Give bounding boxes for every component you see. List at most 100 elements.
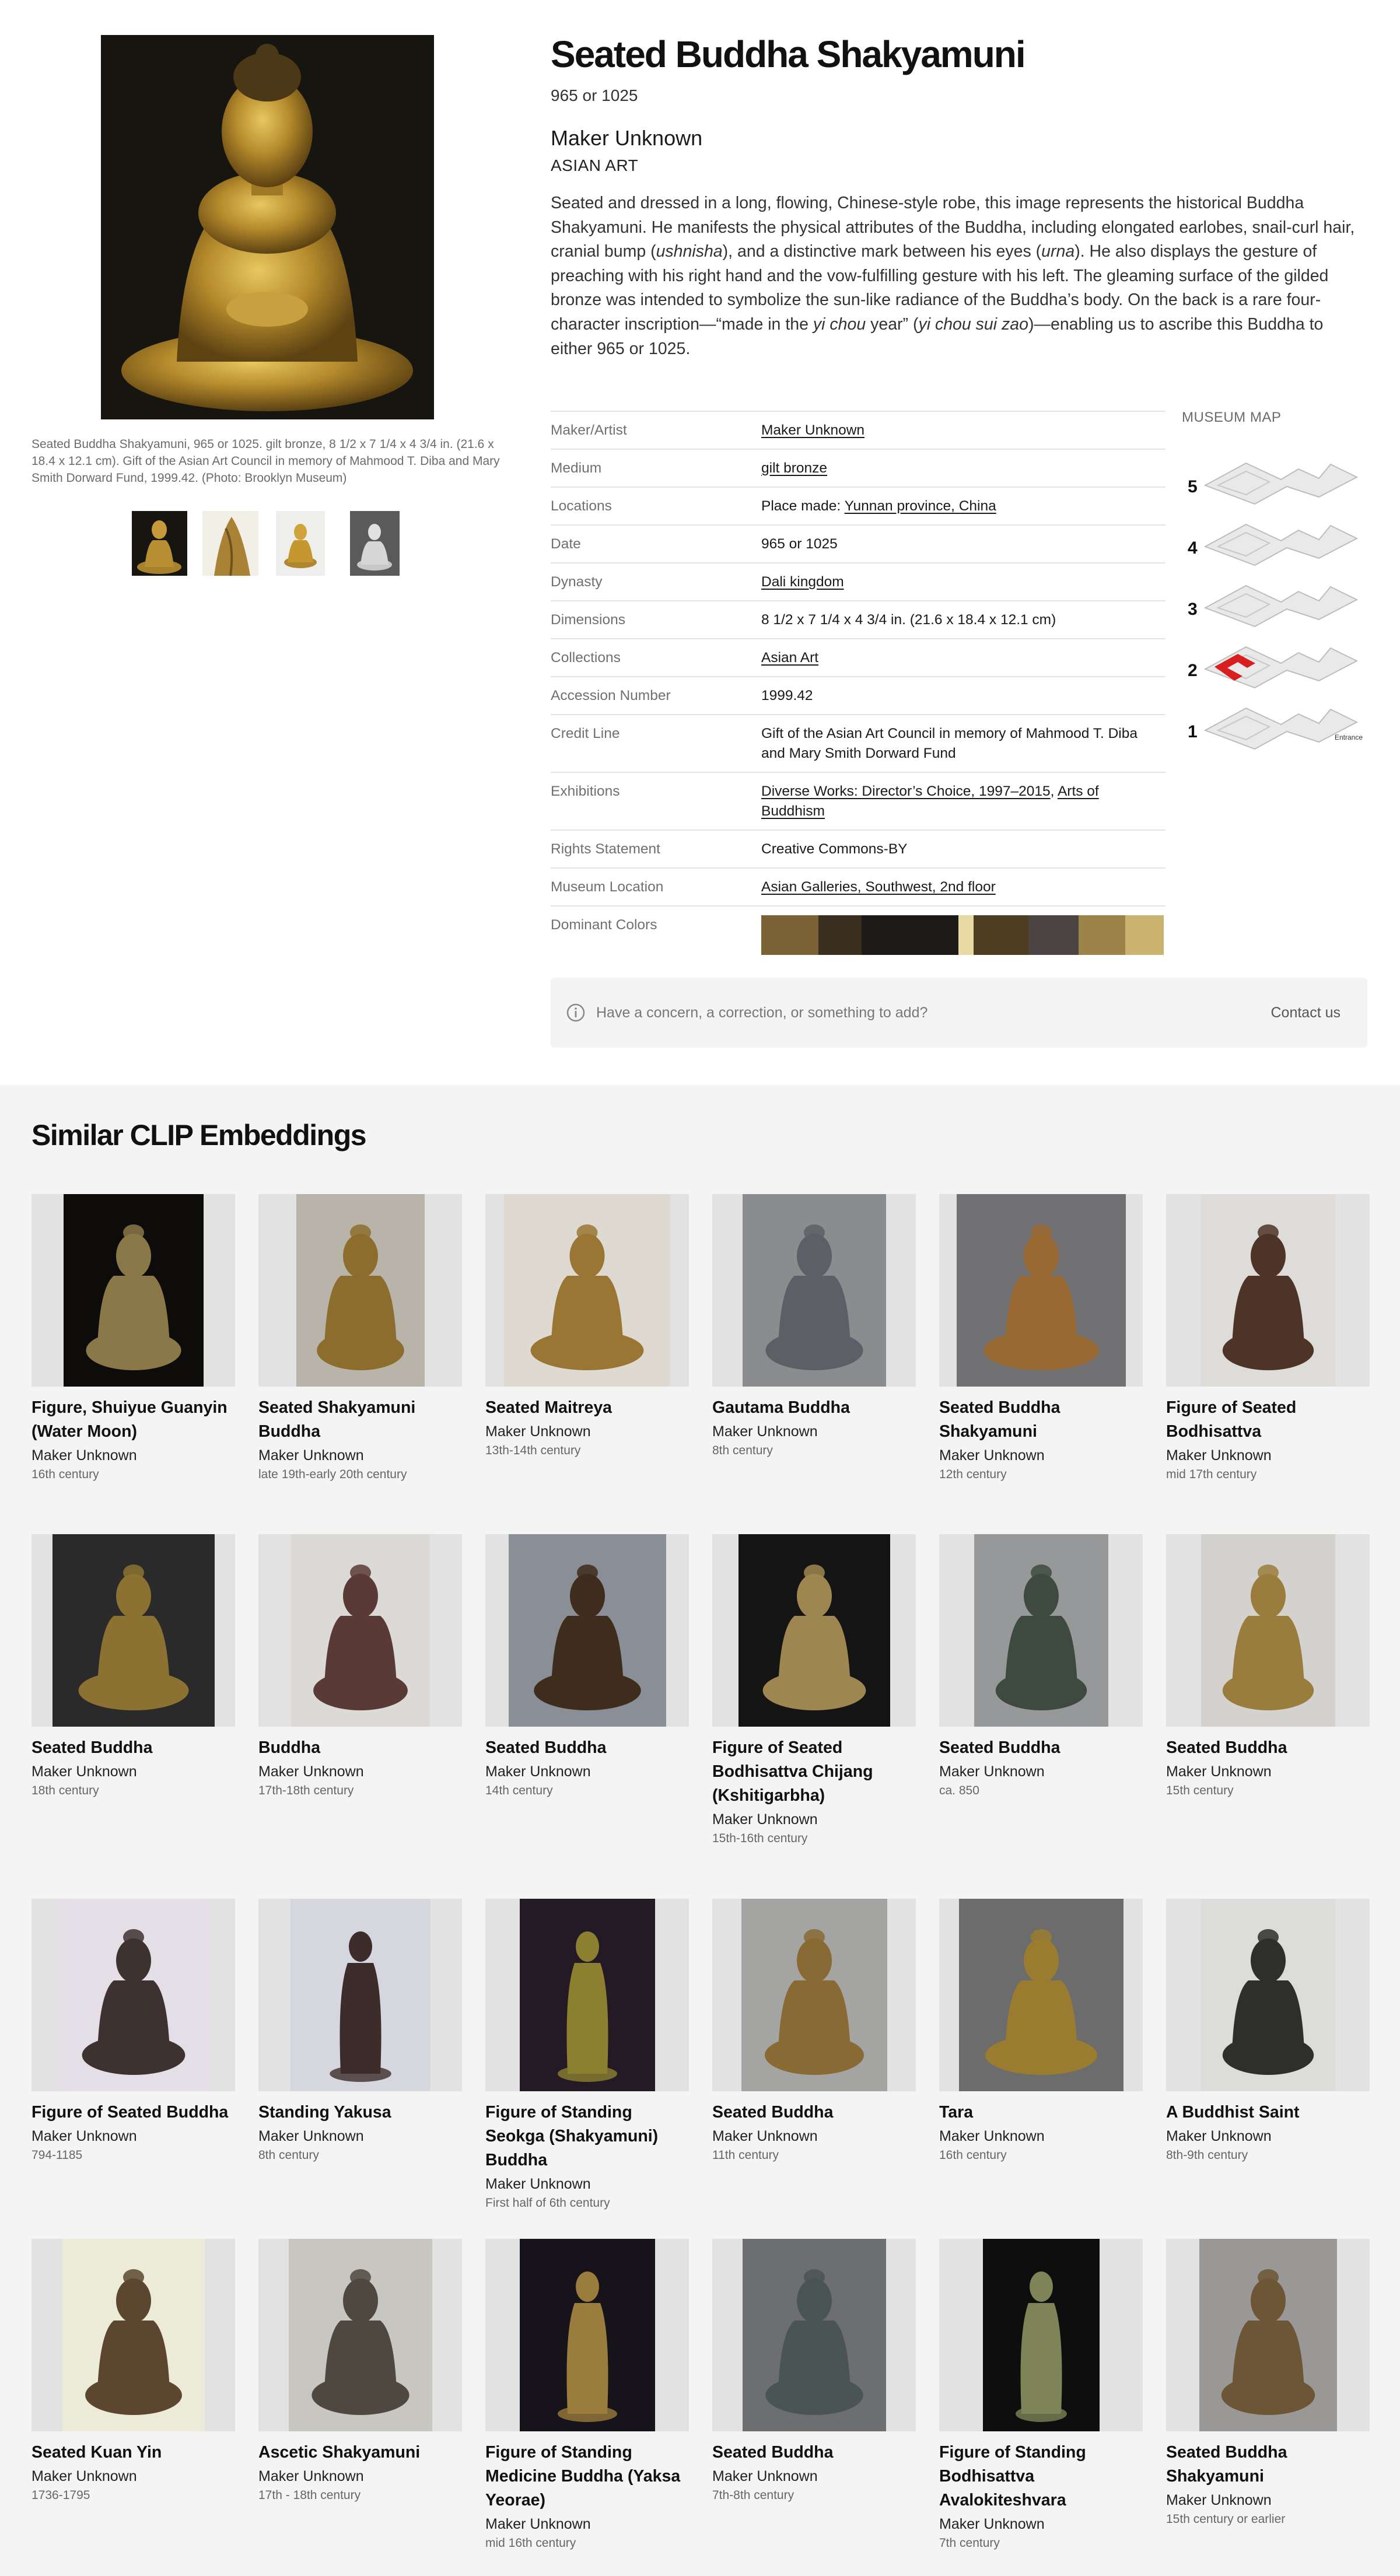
similar-card-maker: Maker Unknown [1166,1763,1272,1780]
similar-card-image[interactable] [1166,2239,1370,2431]
details-link[interactable]: Yunnan province, China [845,498,996,514]
similar-card-image[interactable] [712,2239,916,2431]
details-link[interactable]: Diverse Works: Director’s Choice, 1997–2… [761,783,1051,799]
details-link[interactable]: Dali kingdom [761,574,844,590]
similar-card-title[interactable]: Seated Buddha [939,1736,1143,1760]
artwork-main-image[interactable] [101,35,434,419]
contact-us-button[interactable]: Contact us [1270,1005,1340,1021]
map-floor[interactable]: 5 [1188,462,1359,505]
thumbnail-4[interactable] [350,511,400,576]
similar-card-image[interactable] [939,2239,1143,2431]
similar-card-image[interactable] [1166,1899,1370,2091]
thumbnail-1[interactable] [132,511,187,576]
similar-card-title[interactable]: Seated Shakyamuni Buddha [258,1396,462,1444]
similar-card-title[interactable]: Tara [939,2101,1143,2124]
museum-map[interactable]: 5 4 3 2 1 Entrance [1182,439,1368,765]
similar-card[interactable]: Tara Maker Unknown 16th century [939,1899,1143,2164]
similar-card[interactable]: Buddha Maker Unknown 17th-18th century [258,1534,462,1800]
similar-card[interactable]: Seated Buddha Maker Unknown 14th century [485,1534,689,1800]
similar-card-image[interactable] [258,1194,462,1387]
similar-card[interactable]: Seated Buddha Maker Unknown 18th century [32,1534,235,1800]
similar-card[interactable]: Figure of Seated Bodhisattva Chijang (Ks… [712,1534,916,1847]
similar-card-image[interactable] [258,1534,462,1727]
similar-card[interactable]: Figure of Seated Bodhisattva Maker Unknow… [1166,1194,1370,1483]
similar-card-title[interactable]: Seated Buddha [32,1736,235,1760]
map-floor[interactable]: 1 [1188,707,1359,750]
similar-card-title[interactable]: Figure of Seated Bodhisattva [1166,1396,1370,1444]
similar-card[interactable]: Standing Yakusa Maker Unknown 8th century [258,1899,462,2164]
similar-card[interactable]: Seated Buddha Maker Unknown 7th-8th centur… [712,2239,916,2504]
similar-card-image[interactable] [712,1899,916,2091]
similar-card[interactable]: Seated Buddha Shakyamuni Maker Unknown 12t… [939,1194,1143,1483]
similar-card-title[interactable]: Seated Buddha Shakyamuni [1166,2441,1370,2488]
similar-card-title[interactable]: Seated Buddha [485,1736,689,1760]
similar-card-date: mid 17th century [1166,1468,1257,1481]
details-link[interactable]: gilt bronze [761,460,827,476]
details-link[interactable]: Maker Unknown [761,422,864,438]
similar-card-title[interactable]: Seated Kuan Yin [32,2441,235,2465]
similar-card-title[interactable]: Figure of Standing Seokga (Shakyamuni) B… [485,2101,689,2172]
similar-card-title[interactable]: Seated Buddha Shakyamuni [939,1396,1143,1444]
similar-card-title[interactable]: Buddha [258,1736,462,1760]
map-floor[interactable]: 2 [1188,646,1359,689]
similar-card-image[interactable] [32,1194,235,1387]
similar-card-image[interactable] [939,1899,1143,2091]
similar-card-image[interactable] [939,1534,1143,1727]
similar-card-photo [974,1534,1108,1727]
details-value: Dali kingdom [761,572,1166,592]
similar-card-image[interactable] [1166,1194,1370,1387]
similar-card[interactable]: Seated Buddha Maker Unknown 15th century [1166,1534,1370,1800]
similar-card-image[interactable] [485,1194,689,1387]
similar-card-image[interactable] [485,1534,689,1727]
similar-card-image[interactable] [939,1194,1143,1387]
similar-card-title[interactable]: Seated Buddha [712,2441,916,2465]
thumbnail-2[interactable] [202,511,258,576]
similar-card-image[interactable] [32,1534,235,1727]
similar-card-image[interactable] [258,1899,462,2091]
similar-card-image[interactable] [1166,1534,1370,1727]
similar-card[interactable]: Seated Kuan Yin Maker Unknown 1736-1795 [32,2239,235,2504]
details-value: 8 1/2 x 7 1/4 x 4 3/4 in. (21.6 x 18.4 x… [761,610,1166,630]
similar-card-title[interactable]: Seated Buddha [1166,1736,1370,1760]
similar-card[interactable]: Figure of Standing Seokga (Shakyamuni) B… [485,1899,689,2212]
details-link[interactable]: Asian Art [761,650,818,666]
similar-card-title[interactable]: Gautama Buddha [712,1396,916,1420]
similar-card[interactable]: Gautama Buddha Maker Unknown 8th century [712,1194,916,1460]
similar-card-photo [520,2239,655,2431]
similar-card[interactable]: Figure, Shuiyue Guanyin (Water Moon) Make… [32,1194,235,1483]
similar-card-image[interactable] [32,1899,235,2091]
details-link[interactable]: Asian Galleries, Southwest, 2nd floor [761,879,996,895]
similar-card[interactable]: A Buddhist Saint Maker Unknown 8th-9th cen… [1166,1899,1370,2164]
map-floor[interactable]: 4 [1188,523,1359,566]
similar-card-title[interactable]: Figure of Standing Bodhisattva Avalokite… [939,2441,1143,2512]
similar-card[interactable]: Figure of Seated Buddha Maker Unknown 794-… [32,1899,235,2164]
similar-card[interactable]: Seated Shakyamuni Buddha Maker Unknown lat… [258,1194,462,1483]
similar-card[interactable]: Seated Buddha Maker Unknown 11th century [712,1899,916,2164]
similar-card[interactable]: Seated Buddha Maker Unknown ca. 850 [939,1534,1143,1800]
similar-card-title[interactable]: Figure of Seated Buddha [32,2101,235,2124]
similar-card-title[interactable]: Figure of Standing Medicine Buddha (Yaks… [485,2441,689,2512]
similar-card-title[interactable]: A Buddhist Saint [1166,2101,1370,2124]
similar-card-image[interactable] [485,2239,689,2431]
map-floor[interactable]: 3 [1188,584,1359,628]
similar-card-title[interactable]: Seated Buddha [712,2101,916,2124]
similar-card-image[interactable] [712,1534,916,1727]
similar-card-title[interactable]: Figure of Seated Bodhisattva Chijang (Ks… [712,1736,916,1808]
similar-card[interactable]: Seated Maitreya Maker Unknown 13th-14th ce… [485,1194,689,1460]
similar-card-image[interactable] [712,1194,916,1387]
similar-card-image[interactable] [485,1899,689,2091]
similar-card-title[interactable]: Figure, Shuiyue Guanyin (Water Moon) [32,1396,235,1444]
thumbnail-3[interactable] [276,511,325,576]
similar-card-title[interactable]: Ascetic Shakyamuni [258,2441,462,2465]
similar-card[interactable]: Seated Buddha Shakyamuni Maker Unknown 15t… [1166,2239,1370,2528]
similar-card[interactable]: Figure of Standing Bodhisattva Avalokite… [939,2239,1143,2552]
similar-card[interactable]: Ascetic Shakyamuni Maker Unknown 17th - 18… [258,2239,462,2504]
details-label: Collections [551,650,621,666]
similar-card-title[interactable]: Standing Yakusa [258,2101,462,2124]
similar-card-image[interactable] [32,2239,235,2431]
similar-card-maker: Maker Unknown [258,1447,364,1464]
similar-card[interactable]: Figure of Standing Medicine Buddha (Yaks… [485,2239,689,2552]
similar-card-title[interactable]: Seated Maitreya [485,1396,689,1420]
similar-card-image[interactable] [258,2239,462,2431]
details-row: Museum Location Asian Galleries, Southwes… [551,869,1166,907]
